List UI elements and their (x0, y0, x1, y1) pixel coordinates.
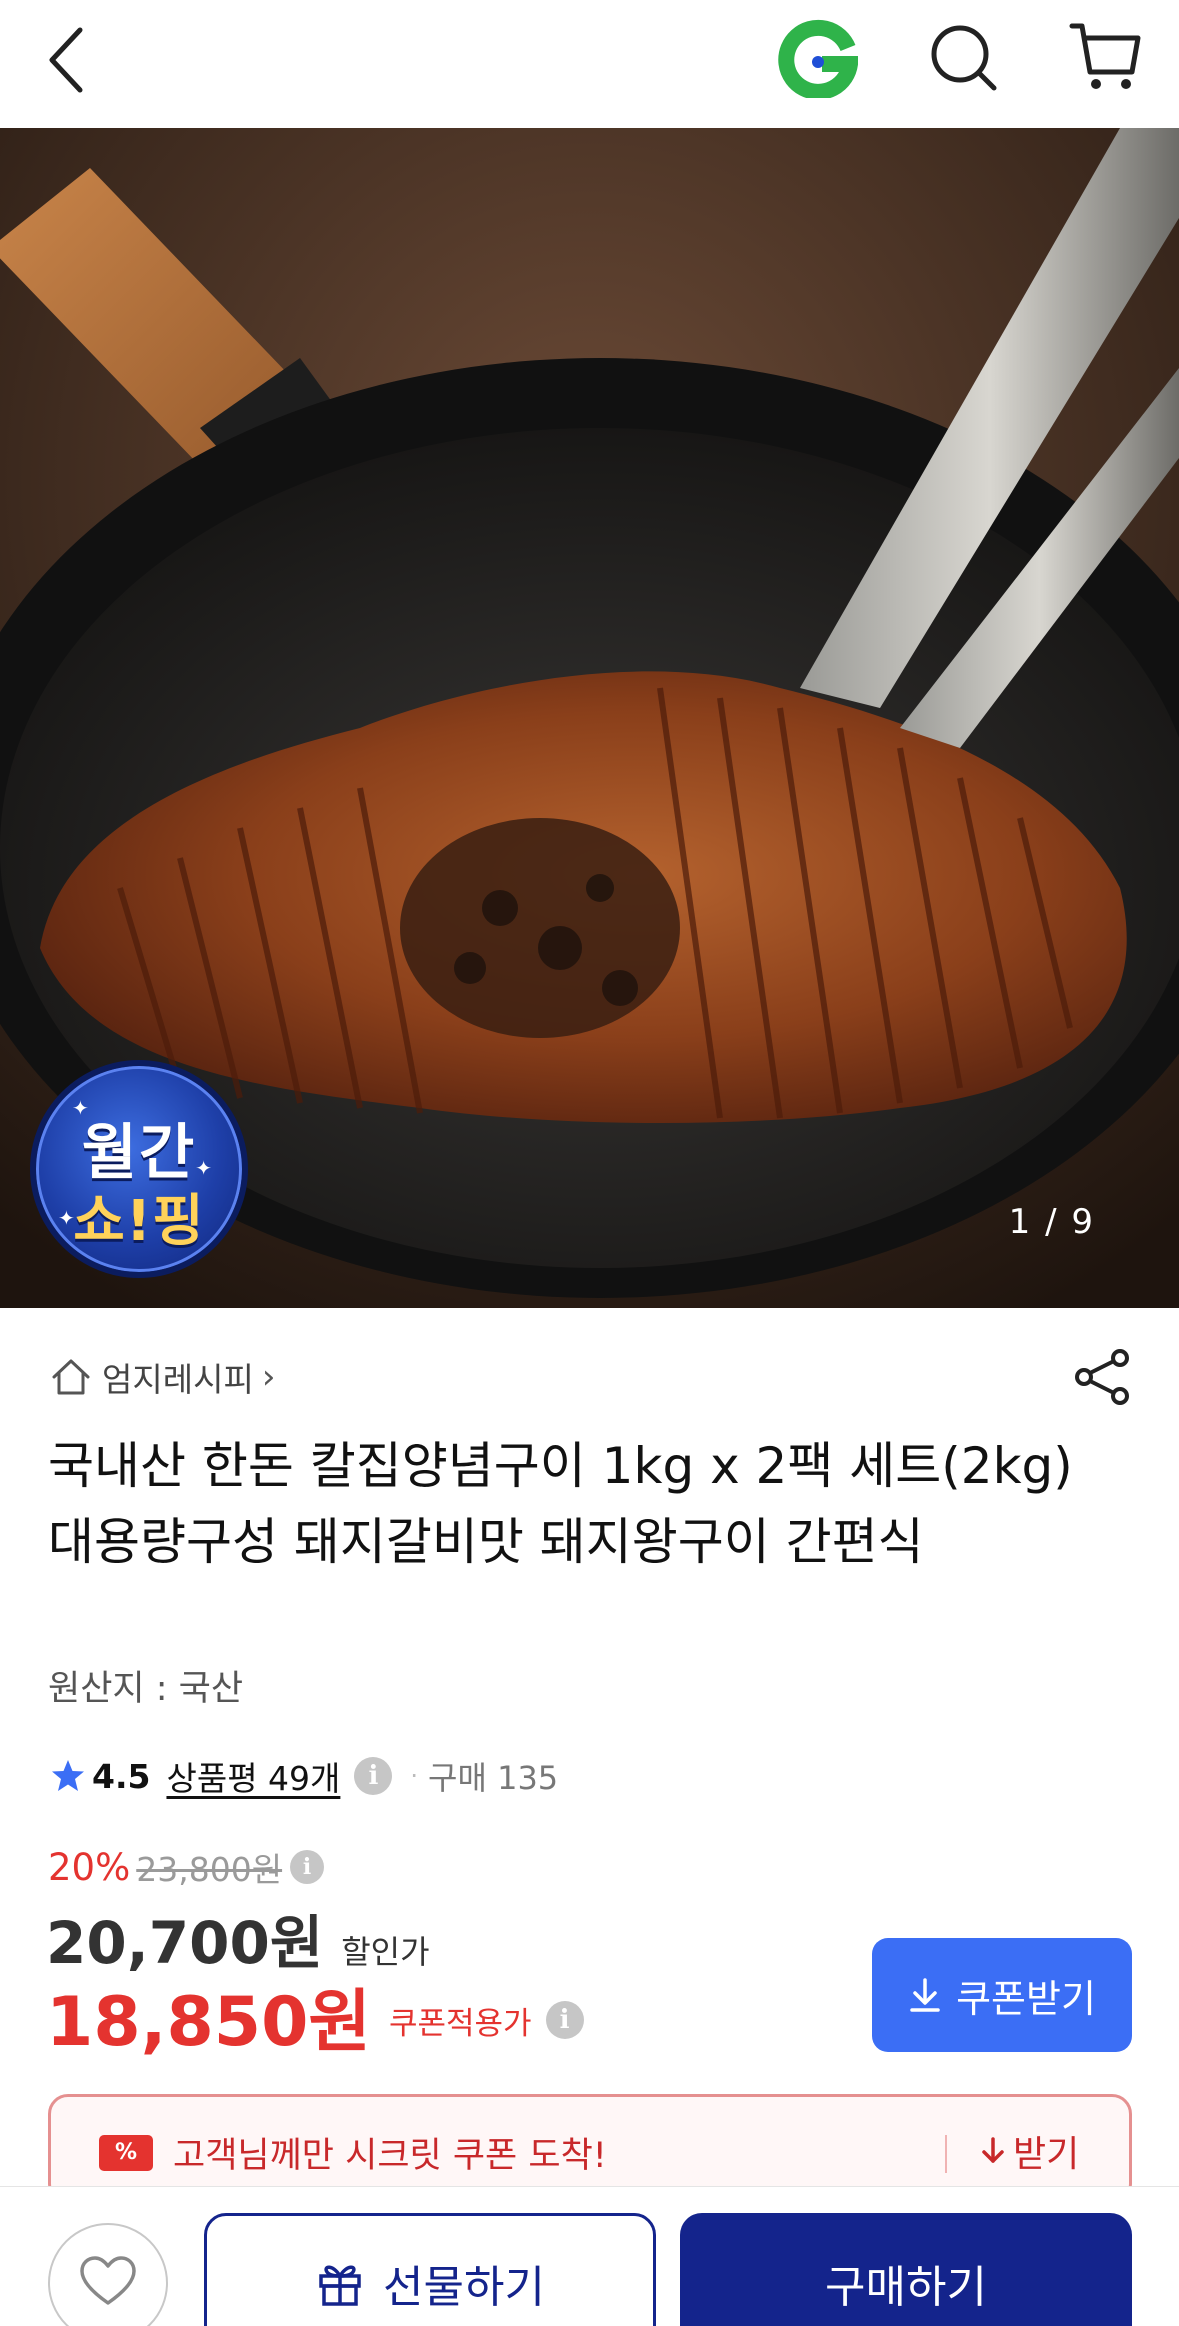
buy-button[interactable]: 구매하기 (680, 2213, 1132, 2326)
chevron-right-icon: › (261, 1357, 276, 1397)
cart-icon (1069, 23, 1141, 89)
review-count-link[interactable]: 상품평 49개 (166, 1752, 340, 1800)
rating-score: 4.5 (92, 1756, 151, 1796)
rating-row: 4.5 상품평 49개 i · 구매 135 (50, 1750, 558, 1802)
info-icon[interactable]: i (290, 1850, 325, 1884)
product-origin: 원산지 : 국산 (48, 1669, 244, 1709)
coupon-price-row: 18,850원 쿠폰적용가 i (46, 1970, 584, 2062)
receive-label: 받기 (1013, 2134, 1080, 2175)
get-coupon-button[interactable]: 쿠폰받기 (872, 1938, 1132, 2052)
divider (945, 2135, 947, 2173)
search-button[interactable] (924, 18, 1004, 98)
info-icon[interactable]: i (354, 1757, 393, 1795)
bottom-action-bar: 선물하기 구매하기 (0, 2186, 1179, 2326)
coupon-applied-price: 18,850원 (46, 1982, 371, 2062)
gift-label: 선물하기 (383, 2263, 545, 2312)
coupon-applied-label: 쿠폰적용가 (388, 2005, 532, 2042)
home-icon (52, 1359, 90, 1395)
discount-rate: 20% (48, 1845, 131, 1889)
secret-coupon-receive[interactable]: 받기 (979, 2125, 1079, 2177)
store-name: 엄지레시피 (102, 1360, 254, 1399)
download-arrow-icon (910, 1978, 940, 2012)
search-icon (931, 25, 997, 91)
cart-button[interactable] (1066, 16, 1146, 96)
original-price: 23,800원 (136, 1850, 283, 1889)
gift-icon (319, 2265, 361, 2306)
buy-label: 구매하기 (825, 2263, 987, 2312)
purchase-count: 구매 135 (428, 1759, 559, 1797)
product-title: 국내산 한돈 칼집양념구이 1kg x 2팩 세트(2kg) 대용량구성 돼지갈… (48, 1437, 1073, 1571)
product-image-carousel[interactable]: ✦ ✦ ✦ 월간 쇼!핑 1 / 9 (0, 128, 1179, 1308)
share-icon (1075, 1349, 1129, 1405)
monthly-shopping-badge: ✦ ✦ ✦ 월간 쇼!핑 (30, 1060, 248, 1278)
wishlist-button[interactable] (48, 2223, 168, 2326)
coupon-ticket-icon: % (99, 2135, 153, 2171)
info-icon[interactable]: i (545, 2001, 584, 2039)
discount-row: 20% 23,800원 i (48, 1842, 325, 1892)
store-link[interactable]: 엄지레시피 › (50, 1352, 275, 1402)
gmarket-logo[interactable] (778, 18, 860, 100)
share-button[interactable] (1072, 1346, 1134, 1408)
arrow-down-icon (982, 2137, 1004, 2163)
back-button[interactable] (40, 22, 100, 98)
gmarket-g-icon (778, 19, 860, 100)
heart-icon (80, 2255, 136, 2305)
secret-coupon-text: 고객님께만 시크릿 쿠폰 도착! (173, 2136, 607, 2176)
gift-button[interactable]: 선물하기 (204, 2213, 656, 2326)
separator-dot: · (410, 1762, 419, 1790)
star-icon (52, 1760, 84, 1791)
sale-price-row: 20,700원 할인가 (46, 1896, 430, 1977)
chevron-left-icon (49, 27, 83, 93)
top-header (0, 0, 1179, 128)
badge-bottom-text: 쇼!핑 (73, 1189, 205, 1254)
image-page-indicator: 1 / 9 (1008, 1202, 1095, 1242)
get-coupon-label: 쿠폰받기 (956, 1978, 1096, 2021)
